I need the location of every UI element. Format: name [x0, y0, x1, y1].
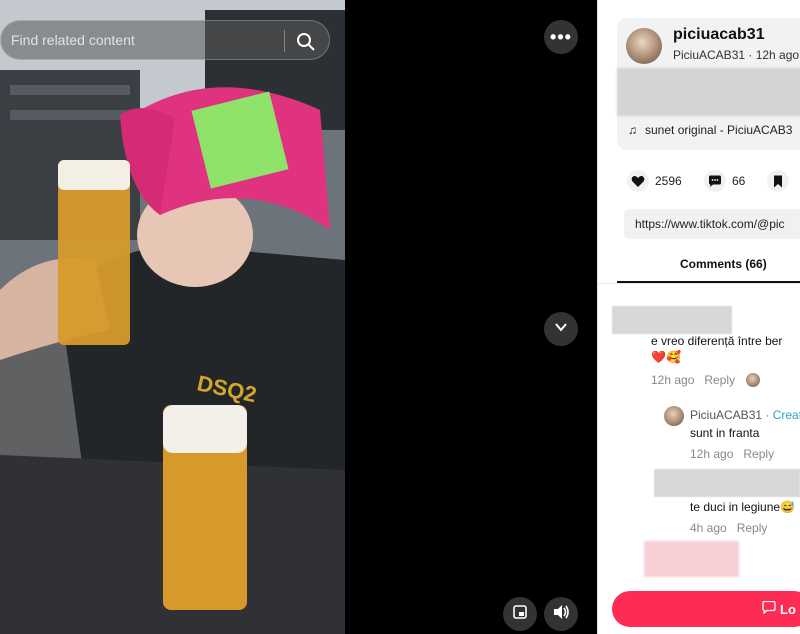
reply-time: 12h ago [690, 447, 734, 461]
comment-icon[interactable] [704, 170, 726, 192]
search-bar[interactable]: Find related content [0, 20, 330, 60]
video-link[interactable]: https://www.tiktok.com/@pic [624, 209, 800, 239]
tab-active-underline [617, 281, 800, 283]
bookmark-icon[interactable] [767, 170, 789, 192]
tab-comments[interactable]: Comments (66) [680, 257, 767, 271]
reply-avatar[interactable] [664, 406, 684, 426]
volume-button[interactable] [544, 597, 578, 631]
more-icon: ••• [550, 26, 572, 47]
comment-count: 66 [732, 174, 746, 188]
save-stat[interactable] [767, 170, 795, 192]
video-stage[interactable]: DSQ2 Find related content ••• [0, 0, 597, 634]
comment-emoji: ❤️🥰 [651, 350, 681, 364]
video-image: DSQ2 [0, 0, 345, 634]
blurred-commenter-2 [654, 469, 800, 497]
reply-meta: 12h ago Reply [690, 447, 784, 461]
sound-row[interactable]: ♫ sunet original - PiciuACAB3 [628, 123, 792, 137]
login-label: Lo [780, 601, 796, 617]
comment-text-2: te duci in legiune😅 [690, 500, 796, 514]
author-username[interactable]: piciuacab31 [673, 26, 765, 44]
login-button[interactable]: Lo [612, 591, 800, 627]
next-video-button[interactable] [544, 312, 578, 346]
like-stat[interactable]: 2596 [627, 170, 682, 192]
comment-meta: 12h ago Reply [651, 373, 745, 387]
reply-author[interactable]: PiciuACAB31 · Creat [690, 408, 800, 422]
chevron-down-icon [553, 319, 569, 340]
search-placeholder: Find related content [11, 32, 135, 48]
blurred-element [644, 541, 739, 577]
comment-time: 12h ago [651, 373, 695, 387]
comment-text: e vreo diferență între ber [651, 334, 783, 348]
comment-time-2: 4h ago [690, 521, 727, 535]
author-avatar[interactable] [626, 28, 662, 64]
floating-player-button[interactable] [503, 597, 537, 631]
video-frame[interactable]: DSQ2 [0, 0, 345, 634]
music-note-icon: ♫ [628, 123, 637, 137]
reply-button-2[interactable]: Reply [737, 521, 768, 535]
blurred-commenter [612, 306, 732, 334]
reply-author-name: PiciuACAB31 [690, 408, 763, 422]
blurred-caption [617, 68, 800, 116]
reply-button[interactable]: Reply [704, 373, 735, 387]
comment-meta-2: 4h ago Reply [690, 521, 777, 535]
reply-text: sunt in franta [690, 426, 760, 440]
heart-icon[interactable] [627, 170, 649, 192]
more-options-button[interactable]: ••• [544, 20, 578, 54]
creator-tag: Creat [772, 408, 800, 422]
picture-in-picture-icon [512, 604, 528, 625]
like-count: 2596 [655, 174, 682, 188]
reply-reply-button[interactable]: Reply [743, 447, 774, 461]
speaker-icon [552, 604, 570, 625]
search-divider [284, 30, 285, 52]
sound-label: sunet original - PiciuACAB3 [645, 123, 793, 137]
search-icon[interactable] [295, 31, 317, 53]
author-meta: PiciuACAB31 · 12h ago [673, 48, 800, 62]
creator-liked-avatar [746, 373, 760, 387]
tab-divider [597, 283, 800, 284]
chat-icon [762, 600, 776, 617]
comment-stat[interactable]: 66 [704, 170, 745, 192]
